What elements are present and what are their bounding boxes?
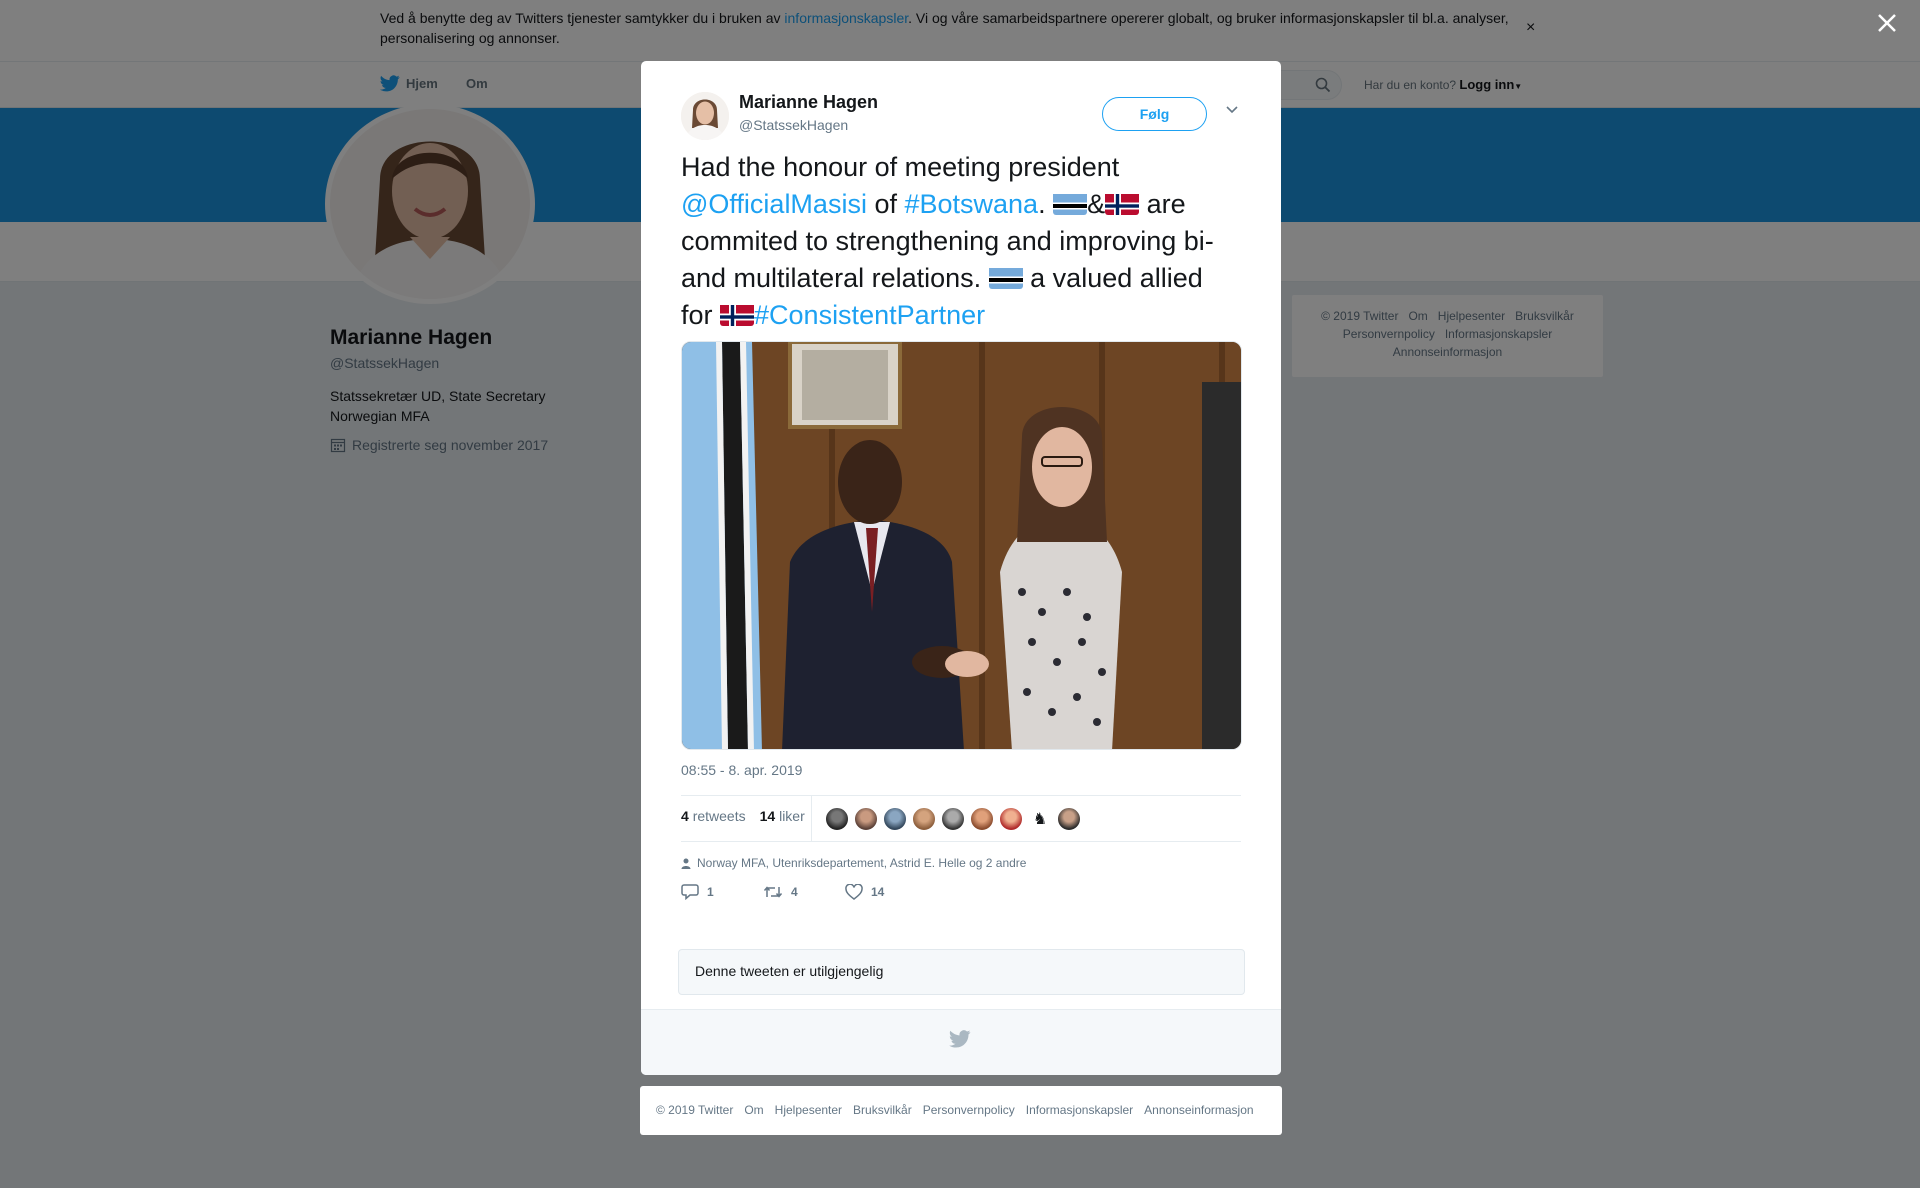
mention-link[interactable]: @OfficialMasisi [681, 189, 867, 219]
person-icon [681, 858, 691, 869]
reply-button[interactable]: 1 [681, 883, 763, 900]
retweets-label: retweets [692, 808, 746, 824]
liker-avatar[interactable] [883, 807, 907, 831]
unavailable-tweet-notice: Denne tweeten er utilgjengelig [678, 949, 1245, 995]
liked-by-text[interactable]: Norway MFA, Utenriksdepartement, Astrid … [697, 856, 1026, 870]
tweet-text-part: . [1038, 189, 1054, 219]
likes-label: liker [779, 808, 805, 824]
botswana-flag-icon [988, 265, 1023, 289]
modal-footer [641, 1009, 1281, 1075]
bottom-footer: © 2019 Twitter Om Hjelpesenter Bruksvilkår P… [640, 1086, 1282, 1135]
likers-avatars: ♞ [825, 807, 1081, 831]
retweet-button[interactable]: 4 [763, 883, 845, 900]
tweet-text-part: & [1087, 189, 1106, 219]
divider [681, 841, 1241, 842]
likes-stat[interactable]: 14 liker [760, 808, 805, 824]
divider [811, 795, 812, 841]
footer-link-about[interactable]: Om [744, 1103, 763, 1117]
norway-coat-of-arms-avatar[interactable]: ♞ [1028, 807, 1052, 831]
avatar-image [681, 92, 729, 140]
tweet-actions: 1 4 14 [681, 883, 927, 900]
footer-link-ads[interactable]: Annonseinformasjon [1144, 1103, 1253, 1117]
follow-button[interactable]: Følg [1102, 97, 1207, 131]
reply-count: 1 [707, 884, 714, 899]
retweets-count: 4 [681, 808, 689, 824]
liker-avatar[interactable] [999, 807, 1023, 831]
tweet-author-avatar[interactable] [681, 92, 729, 140]
retweet-icon [763, 885, 783, 898]
tweet-text-part: Had the honour of meeting president [681, 152, 1120, 182]
likes-count: 14 [759, 808, 776, 824]
chevron-down-icon[interactable] [1225, 105, 1239, 115]
norway-flag-icon [1105, 191, 1140, 215]
norway-flag-icon [720, 302, 755, 326]
footer-link-terms[interactable]: Bruksvilkår [853, 1103, 912, 1117]
retweet-count: 4 [791, 884, 798, 899]
tweet-modal: Marianne Hagen @StatssekHagen Følg Had t… [641, 61, 1281, 1075]
tweet-author-name[interactable]: Marianne Hagen [739, 92, 878, 113]
liker-avatar[interactable] [825, 807, 849, 831]
liker-avatar[interactable] [941, 807, 965, 831]
twitter-bird-icon [949, 1030, 971, 1048]
meeting-photo-image [682, 342, 1241, 749]
tweet-stats: 4 retweets 14 liker [681, 808, 805, 824]
footer-link-help[interactable]: Hjelpesenter [775, 1103, 842, 1117]
tweet-timestamp[interactable]: 08:55 - 8. apr. 2019 [681, 762, 802, 778]
retweets-stat[interactable]: 4 retweets [681, 808, 746, 824]
liker-avatar[interactable] [854, 807, 878, 831]
liker-avatar[interactable] [1057, 807, 1081, 831]
hashtag-link[interactable]: #ConsistentPartner [754, 300, 985, 330]
like-count: 14 [871, 884, 885, 899]
footer-link-privacy[interactable]: Personvernpolicy [923, 1103, 1015, 1117]
footer-copyright: © 2019 Twitter [656, 1103, 734, 1117]
heart-icon [845, 883, 863, 900]
botswana-flag-icon [1053, 191, 1088, 215]
like-button[interactable]: 14 [845, 883, 927, 900]
footer-link-cookies[interactable]: Informasjonskapsler [1026, 1103, 1133, 1117]
tweet-text: Had the honour of meeting president @Off… [681, 149, 1241, 334]
close-icon[interactable] [1874, 10, 1900, 36]
tweet-author-handle[interactable]: @StatssekHagen [739, 117, 848, 133]
liker-avatar[interactable] [970, 807, 994, 831]
liked-by-line: Norway MFA, Utenriksdepartement, Astrid … [681, 856, 1026, 870]
liker-avatar[interactable] [912, 807, 936, 831]
tweet-text-part: of [866, 189, 905, 219]
divider [681, 795, 1241, 796]
reply-icon [681, 884, 699, 900]
tweet-photo[interactable] [681, 341, 1242, 750]
hashtag-link[interactable]: #Botswana [904, 189, 1038, 219]
